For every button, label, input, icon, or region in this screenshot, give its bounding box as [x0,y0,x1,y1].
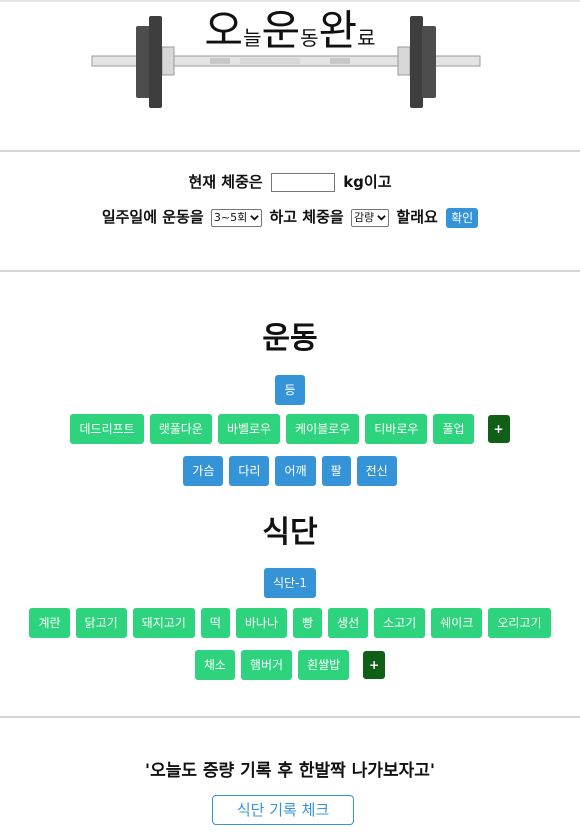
food-button[interactable]: 돼지고기 [132,608,195,638]
exercise-button[interactable]: 티바로우 [365,414,428,444]
header: 오늘운동완료 [0,2,580,150]
body-part-button[interactable]: 전신 [356,456,397,486]
exercise-category-row: 등 [0,375,580,405]
food-button[interactable]: 채소 [194,650,235,680]
body-part-button[interactable]: 가슴 [183,456,224,486]
exercise-button[interactable]: 바벨로우 [217,414,281,444]
diet-record-check-button[interactable]: 식단 기록 체크 [212,795,354,825]
food-button[interactable]: 생선 [328,608,369,638]
food-button[interactable]: 빵 [293,608,323,638]
chevron-down-icon [250,214,259,221]
confirm-button[interactable]: 확인 [446,207,479,228]
diet-plan-row: 식단-1 [0,568,580,598]
food-button[interactable]: 소고기 [374,608,426,638]
frequency-select[interactable]: 3~5회 [210,208,263,227]
exercise-category-button[interactable]: 등 [275,375,305,405]
divider [0,716,580,718]
body-part-button[interactable]: 어깨 [275,456,316,486]
exercise-button[interactable]: 케이블로우 [286,414,360,444]
divider [0,270,580,272]
chevron-down-icon [377,214,386,221]
exercise-title: 운동 [262,321,318,356]
food-button[interactable]: 쉐이크 [431,608,483,638]
food-list-row: 채소 햄버거 흰쌀밥 + [0,650,580,680]
app-logo-title: 오늘운동완료 [204,6,376,55]
exercise-list-row: 데드리프트 랫풀다운 바벨로우 케이블로우 티바로우 풀업 + [0,414,580,444]
food-button[interactable]: 흰쌀밥 [298,650,350,680]
divider [0,150,580,152]
weight-input[interactable] [270,173,335,192]
food-button[interactable]: 닭고기 [75,608,127,638]
exercise-button[interactable]: 풀업 [433,414,474,444]
add-button[interactable]: + [487,415,510,443]
food-list-row: 계란 닭고기 돼지고기 떡 바나나 빵 생선 소고기 쉐이크 오리고기 [0,608,580,638]
food-button[interactable]: 떡 [200,608,230,638]
exercise-button[interactable]: 랫풀다운 [149,414,212,444]
body-part-button[interactable]: 팔 [321,456,351,486]
exercise-button[interactable]: 데드리프트 [70,414,144,444]
goal-form-line: 일주일에 운동을 3~5회 하고 체중을 감량 할래요 확인 [0,206,580,228]
add-button[interactable]: + [363,651,386,679]
goal-select[interactable]: 감량 [350,208,390,227]
food-button[interactable]: 계란 [29,608,70,638]
body-part-row: 가슴 다리 어깨 팔 전신 [0,456,580,486]
diet-title: 식단 [262,515,318,550]
diet-plan-button[interactable]: 식단-1 [263,568,317,598]
motivation-quote: '오늘도 증량 기록 후 한발짝 나가보자고' [144,761,436,781]
food-button[interactable]: 햄버거 [240,650,293,680]
body-part-button[interactable]: 다리 [229,456,270,486]
food-button[interactable]: 오리고기 [488,608,551,638]
weight-form-line: 현재 체중은 kg이고 [188,173,392,192]
food-button[interactable]: 바나나 [235,608,287,638]
